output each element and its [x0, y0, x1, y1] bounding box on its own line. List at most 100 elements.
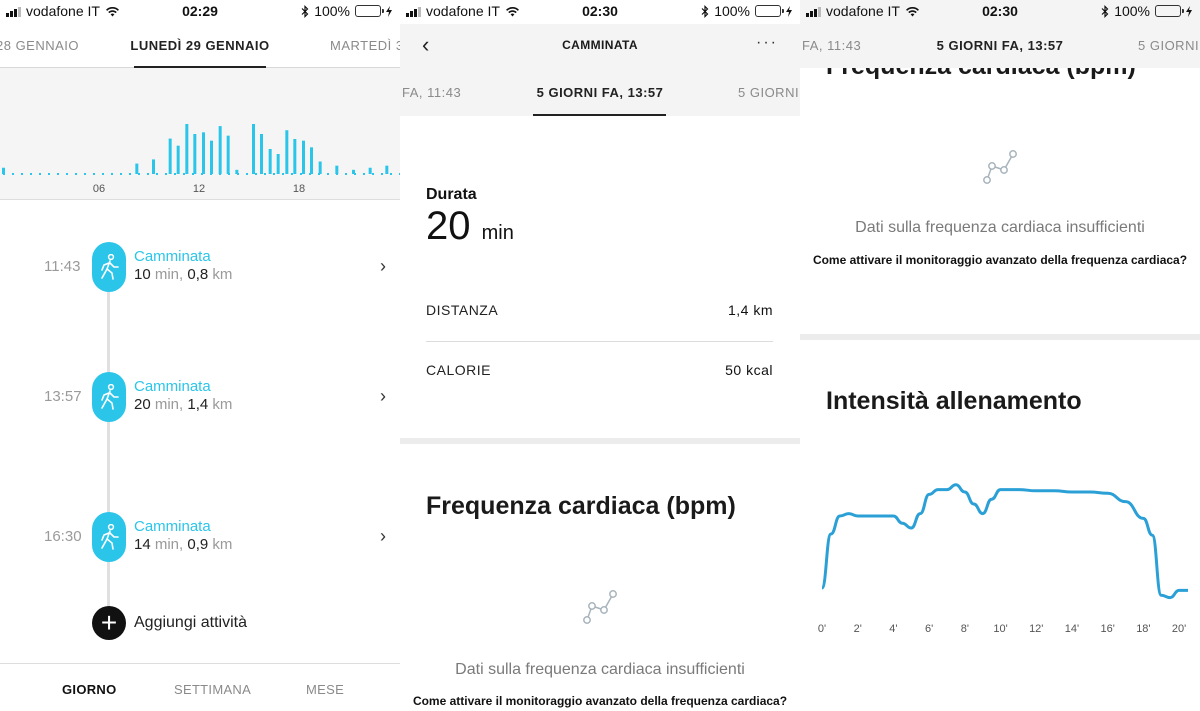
distance-row: DISTANZA 1,4 km: [426, 282, 773, 340]
training-intensity-chart[interactable]: 0' 2' 4' 6' 8' 10' 12' 14' 16' 18' 20': [800, 470, 1200, 650]
baseline-dot: [129, 173, 131, 175]
tab-settimana[interactable]: SETTIMANA: [174, 682, 251, 697]
battery-icon: [755, 5, 784, 17]
add-activity-label: Aggiungi attività: [134, 614, 247, 631]
distance-value: 1,4 km: [727, 302, 773, 318]
x-tick-label: 06: [93, 183, 105, 195]
duration-label: Durata: [426, 186, 477, 203]
steps-bar: [152, 159, 155, 174]
x-tick-label: 2': [854, 623, 862, 635]
steps-bar: [226, 135, 230, 174]
baseline-dot: [147, 173, 149, 175]
battery-icon: [355, 5, 384, 17]
date-next[interactable]: MARTEDÌ 30: [330, 38, 400, 53]
heart-rate-help-link[interactable]: Come attivare il monitoraggio avanzato d…: [800, 253, 1200, 267]
steps-bar: [193, 134, 197, 174]
baseline-dot: [273, 173, 275, 175]
date-navigator: 28 GENNAIO LUNEDÌ 29 GENNAIO MARTEDÌ 30: [0, 24, 400, 68]
add-activity-button[interactable]: + Aggiungi attività: [92, 606, 247, 640]
baseline-dot: [102, 173, 104, 175]
walking-icon: [92, 512, 126, 562]
status-bar: vodafone IT 02:30 100%: [800, 0, 1200, 24]
steps-bar: [276, 154, 280, 174]
steps-bar: [202, 132, 205, 174]
steps-bar: [302, 140, 305, 174]
x-tick-label: 0': [818, 623, 826, 635]
activity-item[interactable]: 13:57 Camminata 20 min, 1,4 km ›: [0, 372, 400, 428]
bluetooth-icon: [701, 4, 709, 18]
session-next[interactable]: 5 GIORNI: [738, 85, 799, 100]
baseline-dot: [57, 173, 59, 175]
baseline-dot: [381, 173, 383, 175]
session-navigator: FA, 11:43 5 GIORNI FA, 13:57 5 GIORNI: [800, 24, 1200, 68]
duration-value: 20 min: [426, 204, 514, 248]
calories-label: CALORIE: [426, 362, 491, 378]
steps-bar: [210, 140, 213, 174]
calories-value: 50 kcal: [725, 362, 773, 378]
steps-bar: [235, 169, 239, 174]
status-bar: vodafone IT 02:30 100%: [400, 0, 800, 24]
baseline-dot: [246, 173, 248, 175]
walking-icon: [92, 242, 126, 292]
baseline-dot: [48, 173, 50, 175]
steps-bar: [368, 167, 372, 174]
steps-bar: [185, 124, 189, 174]
heart-rate-help-link[interactable]: Come attivare il monitoraggio avanzato d…: [400, 694, 800, 708]
baseline-dot: [390, 173, 392, 175]
activity-item[interactable]: 16:30 Camminata 14 min, 0,9 km ›: [0, 512, 400, 568]
screen-activity-detail: vodafone IT 02:30 100% ‹ CAMMINATA ··· F…: [400, 0, 800, 711]
baseline-dot: [300, 173, 302, 175]
activity-item[interactable]: 11:43 Camminata 10 min, 0,8 km ›: [0, 242, 400, 298]
baseline-dot: [282, 173, 284, 175]
x-tick-label: 8': [961, 623, 969, 635]
baseline-dot: [12, 173, 14, 175]
screen-day-view: vodafone IT 02:29 100% 28 GENNAIO LUNEDÌ…: [0, 0, 400, 711]
baseline-dot: [264, 173, 266, 175]
activity-name: Camminata: [134, 518, 211, 535]
baseline-dot: [156, 173, 158, 175]
plus-icon: +: [92, 606, 126, 640]
charging-icon: [786, 5, 792, 17]
x-tick-label: 20': [1172, 623, 1186, 635]
nav-bar: ‹ CAMMINATA ···: [400, 24, 800, 68]
session-navigator: FA, 11:43 5 GIORNI FA, 13:57 5 GIORNI: [400, 68, 800, 116]
baseline-dot: [291, 173, 293, 175]
walking-icon: [92, 372, 126, 422]
steps-bar: [352, 169, 355, 174]
heart-rate-insufficient-message: Dati sulla frequenza cardiaca insufficie…: [855, 219, 1145, 236]
steps-bar: [135, 163, 139, 174]
intensity-line: [820, 483, 1188, 600]
tab-giorno[interactable]: GIORNO: [62, 682, 117, 697]
x-tick-label: 18: [293, 183, 305, 195]
section-divider: [400, 438, 800, 444]
steps-bar: [252, 124, 255, 174]
steps-bar: [176, 145, 180, 174]
baseline-dot: [30, 173, 32, 175]
x-tick-label: 16': [1100, 623, 1114, 635]
baseline-dot: [93, 173, 95, 175]
session-underline: [533, 114, 666, 116]
baseline-dot: [174, 173, 176, 175]
activity-summary: 14 min, 0,9 km: [134, 536, 233, 553]
more-options-icon[interactable]: ···: [756, 34, 778, 52]
activity-name: Camminata: [134, 378, 211, 395]
daily-steps-svg: 06 12 18: [2, 124, 400, 195]
battery-percent: 100%: [714, 3, 750, 19]
baseline-dot: [111, 173, 113, 175]
steps-bar: [293, 139, 297, 174]
baseline-dot: [255, 173, 257, 175]
chevron-right-icon: ›: [380, 256, 386, 276]
battery-percent: 100%: [1114, 3, 1150, 19]
steps-bar: [168, 138, 172, 174]
baseline-dot: [66, 173, 68, 175]
x-tick-label: 12: [193, 183, 205, 195]
baseline-dot: [39, 173, 41, 175]
activity-time: 16:30: [44, 528, 82, 545]
baseline-dot: [120, 173, 122, 175]
charging-icon: [386, 5, 392, 17]
steps-bar: [310, 147, 313, 174]
daily-steps-chart[interactable]: 06 12 18: [0, 68, 400, 200]
session-next[interactable]: 5 GIORNI: [1138, 38, 1199, 53]
steps-bar: [2, 167, 5, 174]
tab-mese[interactable]: MESE: [306, 682, 344, 697]
